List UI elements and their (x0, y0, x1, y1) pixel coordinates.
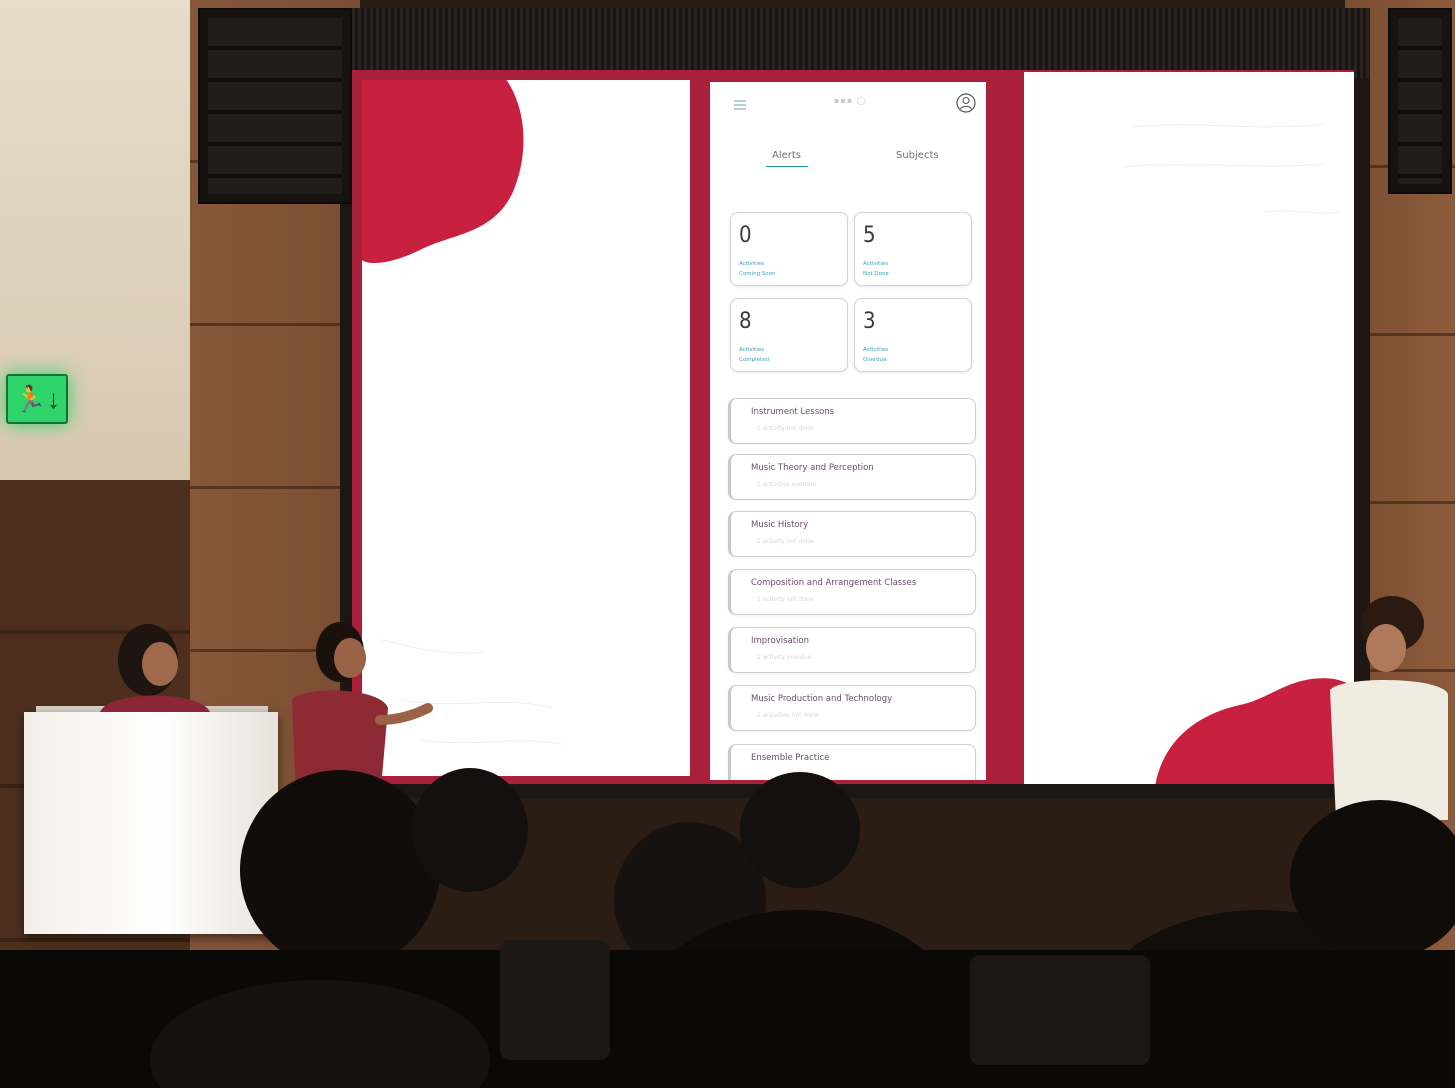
auditorium-scene: 🏃 ↓ ▪▪▪ ◯ Alerts Subjects 0 Activities C… (0, 0, 1455, 1088)
people-silhouettes (0, 596, 1455, 1088)
